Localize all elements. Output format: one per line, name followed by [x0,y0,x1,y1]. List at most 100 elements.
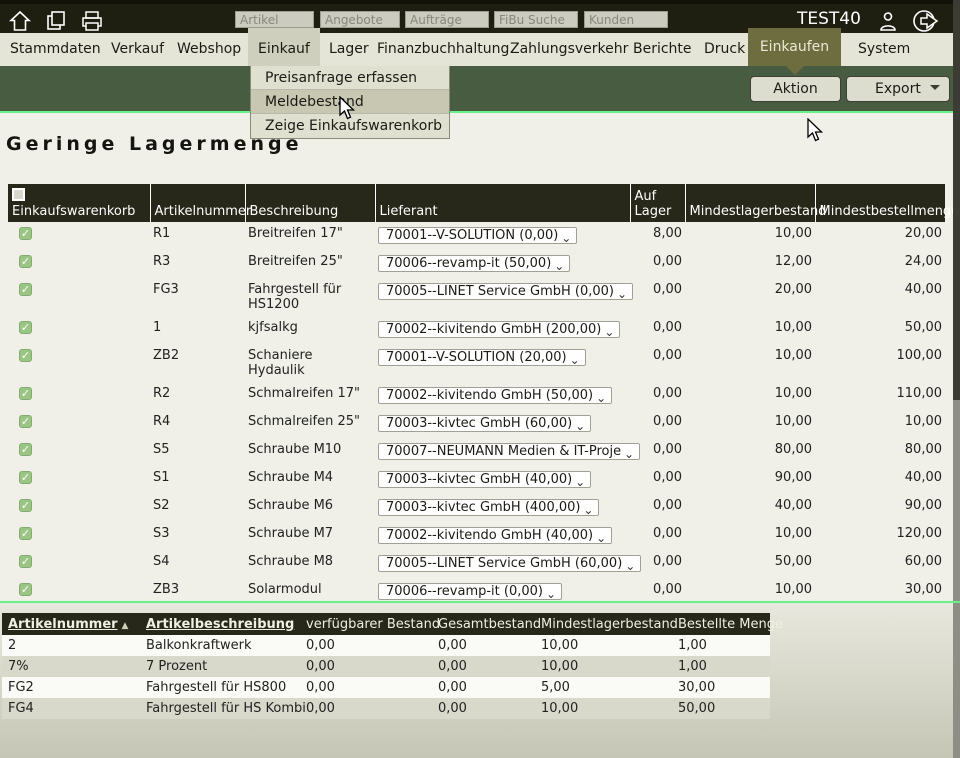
mindestbestellmenge-cell: 120,00 [815,522,945,550]
mindestbestellmenge-cell: 110,00 [815,382,945,410]
beschreibung-cell: Breitreifen 17" [245,222,375,250]
artikelnummer-cell: S1 [150,466,245,494]
chevron-down-icon: ⌄ [554,256,564,272]
mindestbestellmenge-cell: 80,00 [815,438,945,466]
mindestlagerbestand-cell: 50,00 [685,550,815,578]
menuitem-preisanfrage-erfassen[interactable]: Preisanfrage erfassen [251,66,449,90]
mindestbestellmenge-cell: 24,00 [815,250,945,278]
cart-checkbox-cell: ✓ [8,278,150,316]
cart-checkbox[interactable]: ✓ [19,527,32,540]
table-row: ✓ S1 Schraube M4 70003--kivtec GmbH (40,… [8,466,945,494]
lieferant-select[interactable]: 70002--kivitendo GmbH (200,00) ⌄ [378,321,620,338]
angebote-search-input[interactable] [320,11,400,28]
lieferant-select[interactable]: 70006--revamp-it (50,00) ⌄ [378,255,570,272]
cart-checkbox[interactable]: ✓ [19,555,32,568]
lieferant-select-value: 70006--revamp-it (50,00) [386,256,551,271]
chevron-down-icon: ⌄ [575,416,585,432]
lieferant-select[interactable]: 70001--V-SOLUTION (20,00) ⌄ [378,349,586,366]
lieferant-cell: 70003--kivtec GmbH (60,00) ⌄ [375,410,630,438]
chevron-down-icon: ⌄ [617,284,627,300]
vertical-scrollbar[interactable] [953,0,960,758]
cart-checkbox[interactable]: ✓ [19,499,32,512]
lieferant-select-value: 70002--kivitendo GmbH (200,00) [386,322,601,337]
cart-checkbox-cell: ✓ [8,222,150,250]
cart-checkbox[interactable]: ✓ [19,255,32,268]
artikelnummer-cell: FG4 [2,698,140,719]
lieferant-select[interactable]: 70007--NEUMANN Medien & IT-Proje ⌄ [378,443,640,460]
lieferant-select-value: 70001--V-SOLUTION (20,00) [386,350,567,365]
cart-checkbox[interactable]: ✓ [19,283,32,296]
bestellte-menge-cell: 1,00 [672,635,770,656]
application-window: TEST40 Stammdaten Verkauf Webshop Einkau… [0,0,960,758]
menu-stammdaten[interactable]: Stammdaten [10,33,101,66]
menu-finanzbuchhaltung[interactable]: Finanzbuchhaltung [377,33,509,66]
lieferant-select-value: 70001--V-SOLUTION (0,00) [386,228,558,243]
menu-webshop[interactable]: Webshop [177,33,241,66]
lieferant-select[interactable]: 70003--kivtec GmbH (400,00) ⌄ [378,499,599,516]
auftraege-search-input[interactable] [405,11,489,28]
printer-icon[interactable] [80,9,104,33]
mindestlagerbestand-cell: 10,00 [685,344,815,382]
sort-asc-icon: ▲ [122,621,129,631]
table-row: ✓ R1 Breitreifen 17" 70001--V-SOLUTION (… [8,222,945,250]
artikelnummer-cell: FG2 [2,677,140,698]
home-icon[interactable] [8,9,32,33]
cart-checkbox[interactable]: ✓ [19,387,32,400]
lieferant-select[interactable]: 70006--revamp-it (0,00) ⌄ [378,583,562,600]
lieferant-select[interactable]: 70002--kivitendo GmbH (40,00) ⌄ [378,527,612,544]
beschreibung-cell: Schmalreifen 17" [245,382,375,410]
menu-system[interactable]: System [858,33,910,66]
accent-divider [0,111,960,113]
cart-checkbox[interactable]: ✓ [19,349,32,362]
fibu-search-input[interactable] [494,11,578,28]
cart-checkbox[interactable]: ✓ [19,415,32,428]
lieferant-select[interactable]: 70003--kivtec GmbH (40,00) ⌄ [378,471,591,488]
header-artikelbeschreibung-sort[interactable]: Artikelbeschreibung [140,613,300,635]
artikel-search-input[interactable] [235,11,314,28]
copy-pages-icon[interactable] [44,9,68,33]
lieferant-select[interactable]: 70002--kivitendo GmbH (50,00) ⌄ [378,387,612,404]
menu-zahlungsverkehr[interactable]: Zahlungsverkehr [510,33,628,66]
cart-checkbox-cell: ✓ [8,438,150,466]
auf-lager-cell: 0,00 [630,494,685,522]
logout-icon[interactable] [912,8,940,34]
cart-checkbox[interactable]: ✓ [19,227,32,240]
cart-checkbox[interactable]: ✓ [19,443,32,456]
auf-lager-cell: 0,00 [630,344,685,382]
export-button[interactable]: Export [846,76,950,102]
einkaufen-tooltip: Einkaufen [748,28,841,66]
header-artikelnummer-sort[interactable]: Artikelnummer▲ [2,613,140,635]
lieferant-cell: 70003--kivtec GmbH (400,00) ⌄ [375,494,630,522]
header-beschreibung: Beschreibung [245,184,375,222]
user-icon[interactable] [876,9,900,33]
menu-berichte[interactable]: Berichte [633,33,692,66]
chevron-down-icon: ⌄ [604,322,614,338]
cart-checkbox-cell: ✓ [8,250,150,278]
cart-checkbox[interactable]: ✓ [19,583,32,596]
menu-verkauf[interactable]: Verkauf [111,33,164,66]
lieferant-select-value: 70005--LINET Service GmbH (0,00) [386,284,614,299]
lieferant-cell: 70002--kivitendo GmbH (200,00) ⌄ [375,316,630,344]
auf-lager-cell: 0,00 [630,410,685,438]
mindestlagerbestand-cell: 10,00 [535,656,672,677]
mindestbestellmenge-cell: 90,00 [815,494,945,522]
chevron-down-icon: ⌄ [546,584,556,600]
scrollbar-thumb[interactable] [953,0,960,400]
kunden-search-input[interactable] [584,11,668,28]
select-all-checkbox[interactable] [12,188,25,201]
menu-druck[interactable]: Druck [704,33,745,66]
mindestlagerbestand-cell: 10,00 [535,698,672,719]
chevron-down-icon: ⌄ [575,472,585,488]
lieferant-cell: 70005--LINET Service GmbH (60,00) ⌄ [375,550,630,578]
artikelbeschreibung-cell: 7 Prozent [140,656,300,677]
lieferant-select[interactable]: 70001--V-SOLUTION (0,00) ⌄ [378,227,577,244]
lieferant-select[interactable]: 70005--LINET Service GmbH (60,00) ⌄ [378,555,641,572]
lieferant-select[interactable]: 70003--kivtec GmbH (60,00) ⌄ [378,415,591,432]
lieferant-select[interactable]: 70005--LINET Service GmbH (0,00) ⌄ [378,283,633,300]
cart-checkbox[interactable]: ✓ [19,471,32,484]
verfuegbarer-bestand-cell: 0,00 [300,656,432,677]
menu-lager[interactable]: Lager [329,33,369,66]
artikelnummer-cell: ZB2 [150,344,245,382]
menu-einkauf[interactable]: Einkauf [248,28,320,66]
cart-checkbox[interactable]: ✓ [19,321,32,334]
